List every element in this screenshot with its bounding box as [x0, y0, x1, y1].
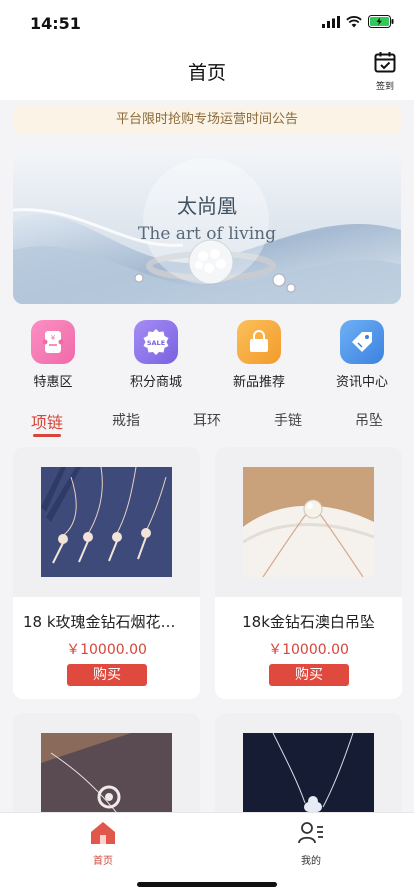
announcement-bar[interactable]: 平台限时抢购专场运营时间公告 — [13, 106, 401, 134]
signal-icon — [322, 15, 340, 28]
product-image — [243, 733, 374, 823]
shopping-bag-icon — [237, 320, 281, 364]
coupon-icon: ¥ — [31, 320, 75, 364]
status-time: 14:51 — [30, 14, 81, 33]
tab-bracelet[interactable]: 手链 — [258, 410, 318, 430]
product-card[interactable] — [13, 713, 200, 823]
promo-banner[interactable]: 太尚凰 The art of living — [13, 150, 401, 304]
svg-text:¥: ¥ — [51, 334, 56, 342]
category-news-center[interactable]: 资讯中心 — [322, 320, 402, 390]
home-icon — [91, 822, 115, 844]
sale-badge-icon: SALE — [134, 320, 178, 364]
category-label: 特惠区 — [33, 375, 73, 390]
tabbar-label: 我的 — [301, 856, 321, 867]
product-image — [243, 467, 374, 577]
tag-icon — [340, 320, 384, 364]
category-label: 资讯中心 — [335, 375, 388, 390]
category-new-arrivals[interactable]: 新品推荐 — [219, 320, 299, 390]
status-icons — [322, 15, 394, 28]
wifi-icon — [346, 15, 362, 27]
tab-earring[interactable]: 耳环 — [177, 410, 237, 430]
banner-slogan: The art of living — [138, 224, 276, 244]
active-tab-indicator — [33, 434, 61, 437]
product-card[interactable] — [215, 713, 402, 823]
svg-text:SALE: SALE — [147, 339, 165, 347]
product-title: 18 k玫瑰金钻石烟花项链 — [23, 613, 190, 631]
tab-necklace[interactable]: 项链 — [17, 409, 77, 433]
calendar-check-icon — [374, 52, 396, 73]
product-price: ￥10000.00 — [66, 642, 147, 658]
product-image-area — [215, 713, 402, 823]
buy-button[interactable]: 购买 — [269, 664, 349, 686]
tabbar-item-home[interactable]: 首页 — [73, 821, 133, 867]
nav-bar: 首页 签到 — [0, 46, 414, 100]
category-points-mall[interactable]: SALE 积分商城 — [116, 320, 196, 390]
product-image-area — [13, 447, 200, 597]
tabbar-item-mine[interactable]: 我的 — [281, 821, 341, 867]
product-image — [41, 467, 172, 577]
checkin-label: 签到 — [375, 82, 394, 92]
banner-logo-circle — [143, 158, 269, 284]
tab-ring[interactable]: 戒指 — [96, 410, 156, 430]
category-label: 积分商城 — [129, 375, 182, 390]
battery-charging-icon — [368, 15, 394, 28]
home-indicator — [137, 882, 277, 887]
product-image-area — [13, 713, 200, 823]
category-special-offer[interactable]: ¥ 特惠区 — [13, 320, 93, 390]
product-image — [41, 733, 172, 823]
user-list-icon — [298, 822, 323, 844]
product-card[interactable]: 18k金钻石澳白吊坠 ￥10000.00 购买 — [215, 447, 402, 699]
category-label: 新品推荐 — [232, 375, 285, 390]
banner-brand: 太尚凰 — [177, 194, 237, 218]
product-image-area — [215, 447, 402, 597]
tab-pendant[interactable]: 吊坠 — [339, 410, 399, 430]
product-card[interactable]: 18 k玫瑰金钻石烟花项链 ￥10000.00 购买 — [13, 447, 200, 699]
buy-button[interactable]: 购买 — [67, 664, 147, 686]
product-title: 18k金钻石澳白吊坠 — [242, 613, 375, 631]
status-bar: 14:51 — [0, 0, 414, 46]
product-price: ￥10000.00 — [268, 642, 349, 658]
product-tabs: 项链 戒指 耳环 手链 吊坠 — [0, 404, 414, 438]
tabbar-label: 首页 — [93, 856, 113, 867]
checkin-button[interactable]: 签到 — [370, 50, 400, 92]
page-title: 首页 — [187, 62, 226, 84]
category-grid: ¥ 特惠区 SALE 积分商城 新品推荐 资讯中心 — [0, 320, 414, 394]
